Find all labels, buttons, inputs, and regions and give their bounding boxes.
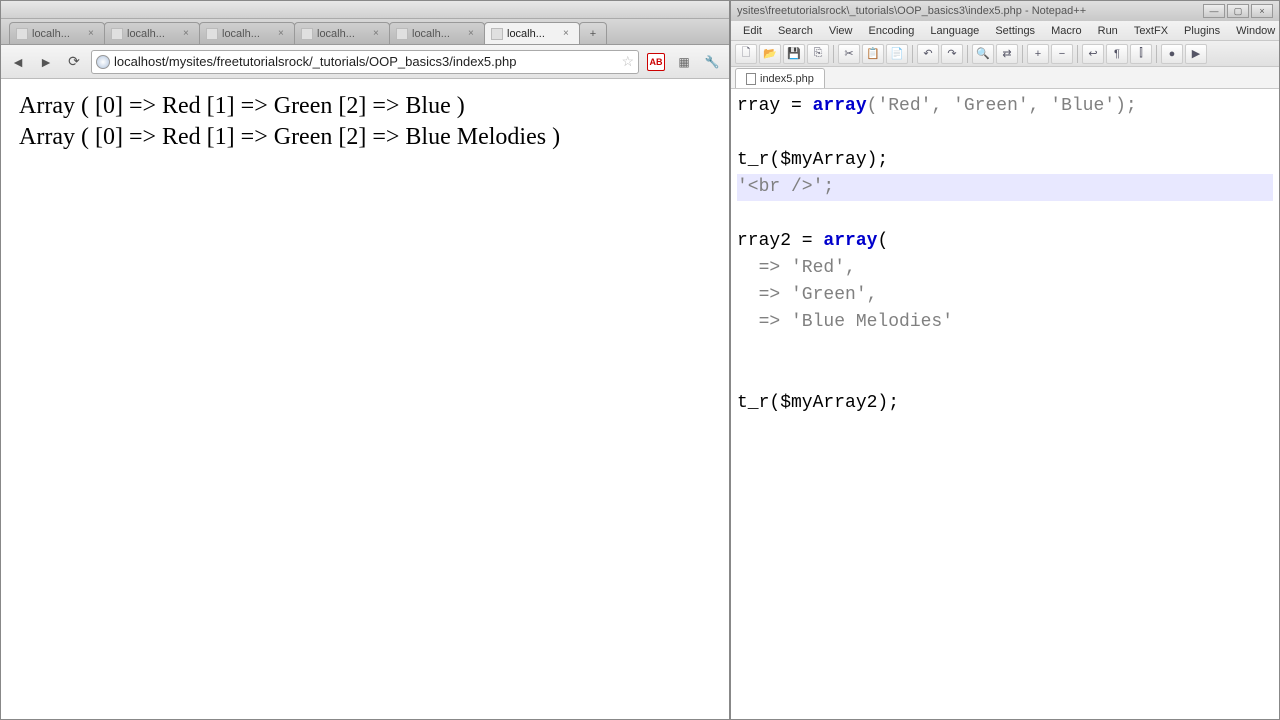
code-editor[interactable]: rray = array('Red', 'Green', 'Blue'); t_… (731, 89, 1279, 719)
maximize-button[interactable]: ▢ (1227, 4, 1249, 18)
find-icon[interactable]: 🔍 (972, 44, 994, 64)
favicon-icon (206, 28, 218, 40)
tab-label: localh... (317, 28, 369, 40)
browser-title-bar (1, 1, 729, 19)
tab-label: localh... (127, 28, 179, 40)
notepad-menu-bar: Edit Search View Encoding Language Setti… (731, 21, 1279, 41)
notepad-file-tabs: index5.php (731, 67, 1279, 89)
browser-window: localh... × localh... × localh... × loca… (0, 0, 730, 720)
indent-guide-icon[interactable]: ⫿ (1130, 44, 1152, 64)
close-icon[interactable]: × (278, 29, 288, 39)
browser-page-content: Array ( [0] => Red [1] => Green [2] => B… (1, 79, 729, 719)
menu-window[interactable]: Window (1228, 23, 1280, 39)
browser-tab-active[interactable]: localh... × (484, 22, 580, 44)
menu-run[interactable]: Run (1090, 23, 1126, 39)
extension-icon[interactable]: ▦ (673, 51, 695, 73)
reload-button[interactable]: ⟳ (63, 51, 85, 73)
back-button[interactable]: ◄ (7, 51, 29, 73)
menu-settings[interactable]: Settings (987, 23, 1043, 39)
menu-macro[interactable]: Macro (1043, 23, 1090, 39)
menu-encoding[interactable]: Encoding (860, 23, 922, 39)
menu-plugins[interactable]: Plugins (1176, 23, 1228, 39)
menu-textfx[interactable]: TextFX (1126, 23, 1176, 39)
window-title: ysites\freetutorialsrock\_tutorials\OOP_… (737, 5, 1086, 17)
browser-tab[interactable]: localh... × (199, 22, 295, 44)
close-icon[interactable]: × (468, 29, 478, 39)
output-line-2: Array ( [0] => Red [1] => Green [2] => B… (19, 124, 711, 151)
wrench-icon[interactable]: 🔧 (701, 51, 723, 73)
document-icon (746, 73, 756, 85)
macro-play-icon[interactable]: ▶ (1185, 44, 1207, 64)
browser-tab-strip: localh... × localh... × localh... × loca… (1, 19, 729, 45)
open-file-icon[interactable]: 📂 (759, 44, 781, 64)
zoom-out-icon[interactable]: − (1051, 44, 1073, 64)
favicon-icon (111, 28, 123, 40)
notepad-title-bar: ysites\freetutorialsrock\_tutorials\OOP_… (731, 1, 1279, 21)
file-tab-active[interactable]: index5.php (735, 68, 825, 88)
favicon-icon (491, 28, 503, 40)
browser-tab[interactable]: localh... × (389, 22, 485, 44)
url-input[interactable] (114, 54, 617, 69)
cut-icon[interactable]: ✂ (838, 44, 860, 64)
tab-label: localh... (412, 28, 464, 40)
tab-label: localh... (32, 28, 84, 40)
menu-edit[interactable]: Edit (735, 23, 770, 39)
adblock-icon[interactable]: AB (645, 51, 667, 73)
close-icon[interactable]: × (183, 29, 193, 39)
close-icon[interactable]: × (373, 29, 383, 39)
paste-icon[interactable]: 📄 (886, 44, 908, 64)
browser-tab[interactable]: localh... × (294, 22, 390, 44)
output-line-1: Array ( [0] => Red [1] => Green [2] => B… (19, 93, 711, 120)
favicon-icon (301, 28, 313, 40)
new-file-icon[interactable]: 🗋 (735, 44, 757, 64)
macro-record-icon[interactable]: ● (1161, 44, 1183, 64)
menu-view[interactable]: View (821, 23, 861, 39)
close-icon[interactable]: × (88, 29, 98, 39)
browser-tab[interactable]: localh... × (104, 22, 200, 44)
browser-tab[interactable]: localh... × (9, 22, 105, 44)
close-icon[interactable]: × (563, 29, 573, 39)
save-icon[interactable]: 💾 (783, 44, 805, 64)
show-chars-icon[interactable]: ¶ (1106, 44, 1128, 64)
save-all-icon[interactable]: ⎘ (807, 44, 829, 64)
file-tab-label: index5.php (760, 73, 814, 85)
notepad-toolbar: 🗋 📂 💾 ⎘ ✂ 📋 📄 ↶ ↷ 🔍 ⇄ + − ↩ ¶ ⫿ ● ▶ (731, 41, 1279, 67)
zoom-in-icon[interactable]: + (1027, 44, 1049, 64)
minimize-button[interactable]: — (1203, 4, 1225, 18)
wordwrap-icon[interactable]: ↩ (1082, 44, 1104, 64)
browser-nav-bar: ◄ ► ⟳ ☆ AB ▦ 🔧 (1, 45, 729, 79)
address-bar: ☆ (91, 50, 639, 74)
forward-button[interactable]: ► (35, 51, 57, 73)
tab-label: localh... (222, 28, 274, 40)
new-tab-button[interactable]: + (579, 22, 607, 44)
notepad-window: ysites\freetutorialsrock\_tutorials\OOP_… (730, 0, 1280, 720)
redo-icon[interactable]: ↷ (941, 44, 963, 64)
window-controls: — ▢ × (1203, 4, 1273, 18)
copy-icon[interactable]: 📋 (862, 44, 884, 64)
tab-label: localh... (507, 28, 559, 40)
replace-icon[interactable]: ⇄ (996, 44, 1018, 64)
bookmark-star-icon[interactable]: ☆ (621, 53, 634, 70)
close-window-button[interactable]: × (1251, 4, 1273, 18)
site-info-icon[interactable] (96, 55, 110, 69)
undo-icon[interactable]: ↶ (917, 44, 939, 64)
favicon-icon (396, 28, 408, 40)
menu-search[interactable]: Search (770, 23, 821, 39)
menu-language[interactable]: Language (922, 23, 987, 39)
favicon-icon (16, 28, 28, 40)
